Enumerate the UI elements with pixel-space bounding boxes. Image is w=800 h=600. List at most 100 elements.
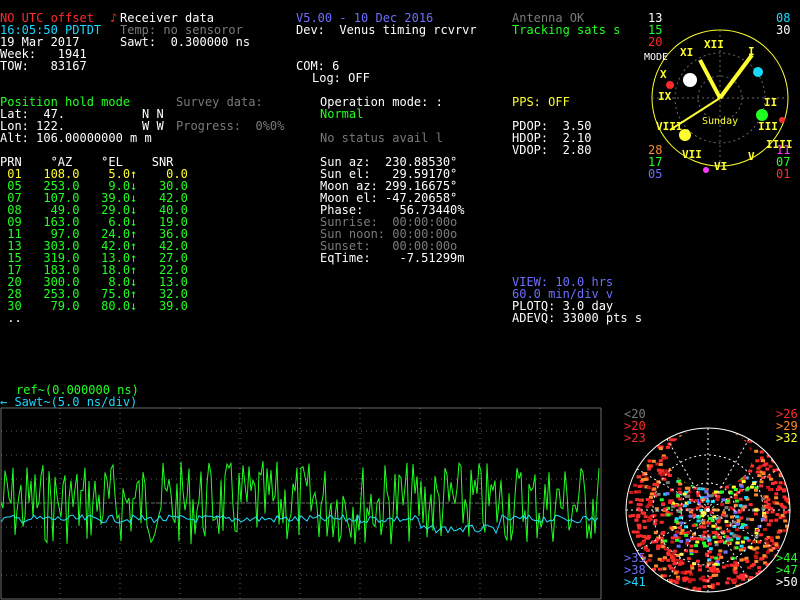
snr-cell xyxy=(678,482,683,486)
snr-cell xyxy=(636,523,641,527)
snr-cell xyxy=(697,564,702,568)
snr-cell xyxy=(738,497,743,501)
snr-cell xyxy=(640,541,645,545)
snr-cell xyxy=(725,581,730,585)
snr-cell xyxy=(740,526,744,529)
clock-numeral-8: VIII xyxy=(656,120,683,133)
snr-cell xyxy=(695,559,700,563)
snr-cell xyxy=(776,530,781,534)
snr-cell xyxy=(700,487,705,491)
snr-cell xyxy=(637,526,642,530)
snr-cell xyxy=(711,524,716,528)
snr-cell xyxy=(726,537,731,541)
clock-numeral-1: I xyxy=(748,45,755,58)
snr-cell xyxy=(636,543,641,547)
snr-cell xyxy=(744,496,749,499)
snr-cell xyxy=(673,571,678,575)
snr-cell xyxy=(708,547,713,551)
adev-queue-size: ADEVQ: 33000 pts s xyxy=(512,311,643,325)
snr-cell xyxy=(761,472,766,476)
snr-cell xyxy=(770,510,775,514)
snr-legend-entry: >50 xyxy=(776,575,798,589)
clock-minute-hand xyxy=(718,53,754,100)
snr-cell xyxy=(688,570,692,574)
snr-cell xyxy=(628,500,633,504)
snr-cell xyxy=(662,556,667,560)
receiver-data-icon: ♪ xyxy=(110,11,118,25)
snr-cell xyxy=(705,499,710,503)
snr-cell xyxy=(662,574,667,578)
snr-cell xyxy=(674,520,679,523)
sky-labels-left: 13 15 20 xyxy=(648,12,662,48)
snr-cell xyxy=(680,528,685,532)
snr-cell xyxy=(658,459,663,463)
snr-cell xyxy=(757,474,762,478)
snr-cell xyxy=(742,476,747,480)
snr-cell xyxy=(762,463,767,467)
satellite-08-marker xyxy=(753,67,763,77)
snr-cell xyxy=(717,553,722,557)
equation-of-time: EqTime: -7.51299m xyxy=(320,251,465,265)
snr-cell xyxy=(726,541,731,545)
snr-cell xyxy=(656,492,661,496)
snr-cell xyxy=(694,550,699,554)
snr-cell xyxy=(642,526,647,529)
snr-cell xyxy=(746,517,750,521)
snr-cell xyxy=(738,504,743,508)
snr-cell xyxy=(660,513,665,517)
log-status: Log: OFF xyxy=(312,71,370,85)
snr-legend-entry: >32 xyxy=(776,431,798,445)
snr-cell xyxy=(684,486,689,490)
snr-cell xyxy=(638,503,643,507)
snr-cell xyxy=(760,517,765,521)
snr-cell xyxy=(706,521,711,525)
snr-cell xyxy=(720,490,724,494)
snr-cell xyxy=(702,525,707,529)
snr-cell xyxy=(725,564,729,568)
snr-cell xyxy=(678,491,683,494)
snr-cell xyxy=(735,515,740,519)
snr-cell xyxy=(659,520,664,524)
snr-cell xyxy=(768,488,772,492)
snr-cell xyxy=(760,476,765,480)
snr-cell xyxy=(769,519,773,523)
snr-cell xyxy=(748,503,753,507)
satellite-row: .. xyxy=(0,311,22,325)
snr-cell xyxy=(671,558,676,562)
snr-cell xyxy=(678,526,682,530)
snr-cell xyxy=(740,540,745,544)
snr-cell xyxy=(660,532,665,536)
moon-marker xyxy=(683,73,697,87)
snr-cell xyxy=(768,464,773,468)
snr-cell xyxy=(661,456,666,460)
snr-cell xyxy=(636,490,641,494)
snr-cell xyxy=(671,579,676,583)
snr-cell xyxy=(683,576,688,580)
snr-cell xyxy=(763,527,767,531)
snr-cell xyxy=(662,567,667,571)
snr-cell xyxy=(764,495,769,499)
snr-cell xyxy=(657,557,662,561)
snr-cell xyxy=(739,544,744,548)
snr-cell xyxy=(642,519,647,523)
clock-numeral-7: VII xyxy=(682,148,702,161)
satellite-prn-label: 20 xyxy=(648,35,663,49)
snr-cell xyxy=(661,502,666,506)
clock-numeral-5: V xyxy=(748,150,755,163)
snr-cell xyxy=(668,501,673,504)
snr-cell xyxy=(649,464,654,468)
snr-cell xyxy=(640,478,645,482)
snr-cell xyxy=(769,477,774,481)
snr-cell xyxy=(732,579,737,583)
snr-cell xyxy=(642,511,646,515)
snr-cell xyxy=(761,459,765,463)
snr-cell xyxy=(715,498,720,502)
snr-cell xyxy=(684,533,689,537)
snr-cell xyxy=(665,492,670,496)
snr-cell xyxy=(643,546,648,549)
snr-legend-bottom-left: >35 >38 >41 xyxy=(624,552,646,588)
snr-cell xyxy=(745,487,750,491)
snr-cell xyxy=(721,498,726,502)
tracking-status: Tracking sats s xyxy=(512,23,621,37)
satellite-prn-label: 05 xyxy=(648,167,663,181)
